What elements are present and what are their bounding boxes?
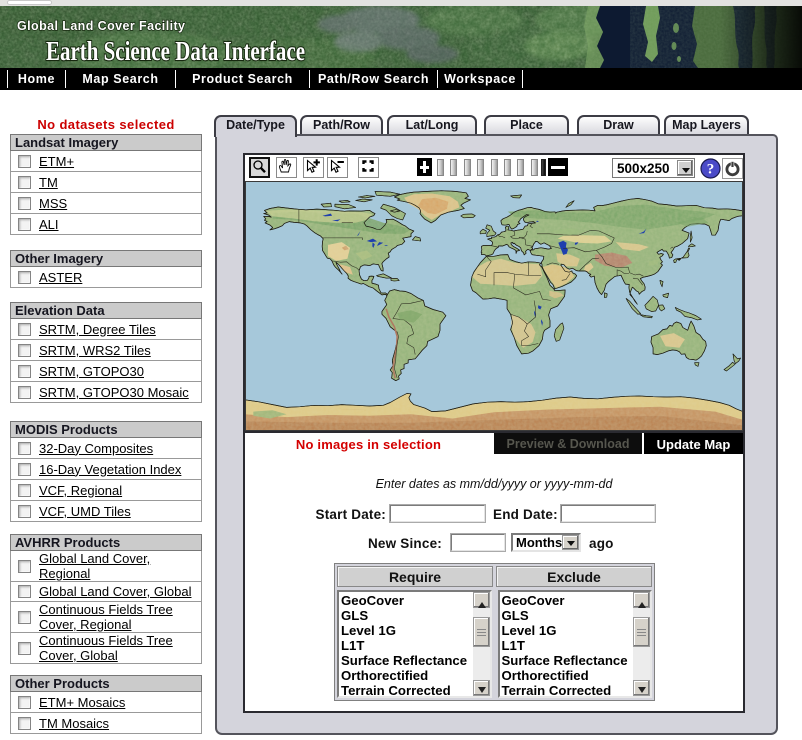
svg-text:Global Land Cover Facility: Global Land Cover Facility xyxy=(17,19,185,33)
svg-text:?: ? xyxy=(707,162,715,178)
svg-text:Earth Science Data Interface: Earth Science Data Interface xyxy=(46,36,305,66)
